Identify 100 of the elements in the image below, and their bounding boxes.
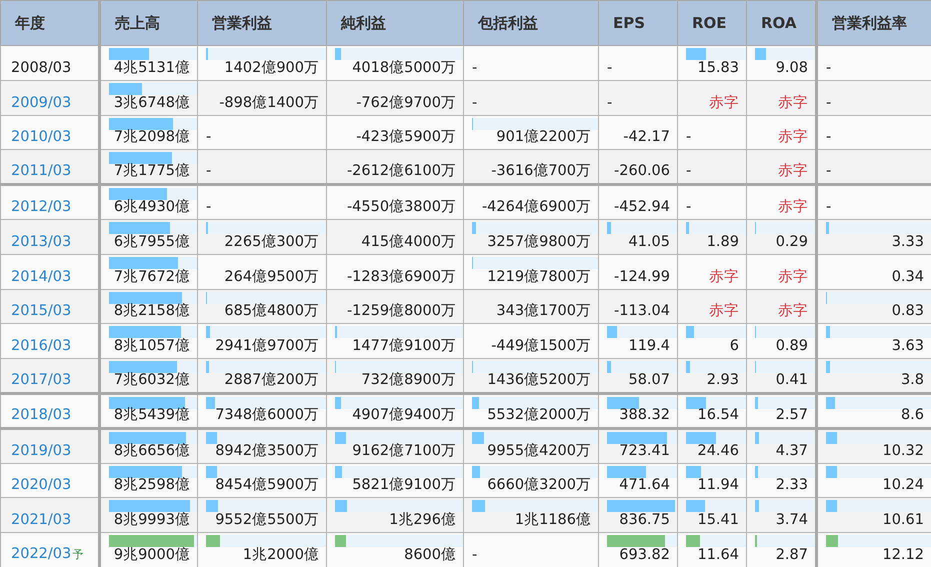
cell-value: 119.4 (628, 338, 670, 354)
deficit-label: 赤字 (778, 268, 808, 285)
column-header: ROE (678, 0, 746, 46)
cell-value: 1兆2000億 (242, 546, 319, 563)
cell-value: 7兆1775億 (114, 163, 190, 180)
empty-value: - (826, 60, 832, 76)
empty-value: - (607, 94, 612, 111)
cell-value: 8600億 (404, 546, 456, 563)
empty-value: - (472, 60, 478, 76)
cell-value: 8454億5900万 (215, 477, 319, 494)
deficit-label: 赤字 (709, 303, 739, 320)
cell-value: 0.41 (776, 372, 808, 388)
cell-value: 2265億300万 (224, 234, 319, 250)
column-header: 営業利益率 (816, 0, 931, 46)
year-link[interactable]: 2022/03 (11, 546, 72, 562)
cell-value: 0.89 (776, 338, 808, 354)
cell-value: 5821億9100万 (352, 477, 456, 494)
cell-value: 0.34 (892, 268, 924, 285)
empty-value: - (826, 94, 832, 111)
cell-value: 3.74 (776, 512, 808, 528)
cell-value: 7兆6032億 (114, 372, 190, 388)
cell-value: 9552億5500万 (215, 512, 319, 528)
column-header: 営業利益 (198, 0, 326, 46)
cell-value: 8兆9993億 (114, 512, 190, 528)
cell-value: -260.06 (614, 163, 670, 180)
empty-value: - (206, 129, 212, 146)
cell-value: 836.75 (619, 512, 670, 528)
cell-value: 8兆1057億 (114, 338, 190, 354)
cell-value: 16.54 (697, 406, 739, 423)
cell-value: 723.41 (619, 442, 670, 459)
cell-value: -124.99 (614, 268, 670, 285)
cell-value: 4兆5131億 (114, 60, 190, 76)
column-header: 純利益 (326, 0, 464, 46)
cell-value: -452.94 (614, 198, 670, 215)
year-label: 2008/03 (11, 60, 72, 76)
deficit-label: 赤字 (778, 198, 808, 215)
cell-value: 264億9500万 (224, 268, 319, 285)
cell-value: 1477億9100万 (352, 338, 456, 354)
cell-value: 9162億7100万 (352, 442, 456, 459)
cell-value: -1283億6900万 (346, 268, 456, 285)
empty-value: - (826, 129, 832, 146)
cell-value: 4.37 (776, 442, 808, 459)
cell-value: -3616億700万 (491, 163, 591, 180)
column-header: 包括利益 (464, 0, 598, 46)
deficit-label: 赤字 (778, 303, 808, 320)
empty-value: - (686, 198, 692, 215)
cell-value: -42.17 (623, 129, 670, 146)
cell-value: 15.83 (697, 60, 739, 76)
cell-value: 343億1700万 (496, 303, 591, 320)
cell-value: 388.32 (619, 406, 670, 423)
cell-value: 11.64 (697, 546, 739, 563)
cell-value: 9955億4200万 (487, 442, 591, 459)
column-header: ROA (746, 0, 816, 46)
cell-value: -1259億8000万 (346, 303, 456, 320)
cell-value: -4550億3800万 (346, 198, 456, 215)
cell-value: 5532億2000万 (487, 406, 591, 423)
cell-value: -898億1400万 (219, 94, 319, 111)
cell-value: 7兆2098億 (114, 129, 190, 146)
cell-value: 24.46 (697, 442, 739, 459)
cell-value: 6兆7955億 (114, 234, 190, 250)
cell-value: 0.83 (892, 303, 924, 320)
empty-value: - (607, 60, 612, 76)
cell-value: 0.29 (776, 234, 808, 250)
deficit-label: 赤字 (709, 94, 739, 111)
cell-value: 8兆6656億 (114, 442, 190, 459)
deficit-label: 赤字 (778, 94, 808, 111)
cell-value: -2612億6100万 (346, 163, 456, 180)
cell-value: 732億8900万 (361, 372, 456, 388)
cell-value: 1219億7800万 (487, 268, 591, 285)
cell-value: 6660億3200万 (487, 477, 591, 494)
column-header: 年度 (0, 0, 100, 46)
cell-value: 6兆4930億 (114, 198, 190, 215)
cell-value: 6 (730, 338, 739, 354)
cell-value: 3.63 (892, 338, 924, 354)
cell-value: 685億4800万 (224, 303, 319, 320)
cell-value: 12.12 (882, 546, 924, 563)
empty-value: - (472, 94, 478, 111)
cell-value: 7348億6000万 (215, 406, 319, 423)
column-header: 売上高 (100, 0, 198, 46)
cell-value: 4018億5000万 (352, 60, 456, 76)
cell-value: 8兆5439億 (114, 406, 190, 423)
deficit-label: 赤字 (778, 163, 808, 180)
cell-value: 58.07 (628, 372, 670, 388)
cell-value: 901億2200万 (496, 129, 591, 146)
empty-value: - (206, 163, 212, 180)
deficit-label: 赤字 (709, 268, 739, 285)
column-header: EPS (598, 0, 678, 46)
empty-value: - (472, 546, 478, 563)
cell-value: 1436億5200万 (487, 372, 591, 388)
cell-value: 8.6 (900, 406, 924, 423)
cell-value: -762億9700万 (356, 94, 456, 111)
cell-value: 3.33 (892, 234, 924, 250)
cell-value: 9.08 (776, 60, 808, 76)
cell-value: 2941億9700万 (215, 338, 319, 354)
cell-value: 15.41 (697, 512, 739, 528)
deficit-label: 赤字 (778, 129, 808, 146)
cell-value: 2.57 (776, 406, 808, 423)
empty-value: - (206, 198, 212, 215)
cell-value: 10.24 (882, 477, 924, 494)
cell-value: 2.87 (776, 546, 808, 563)
